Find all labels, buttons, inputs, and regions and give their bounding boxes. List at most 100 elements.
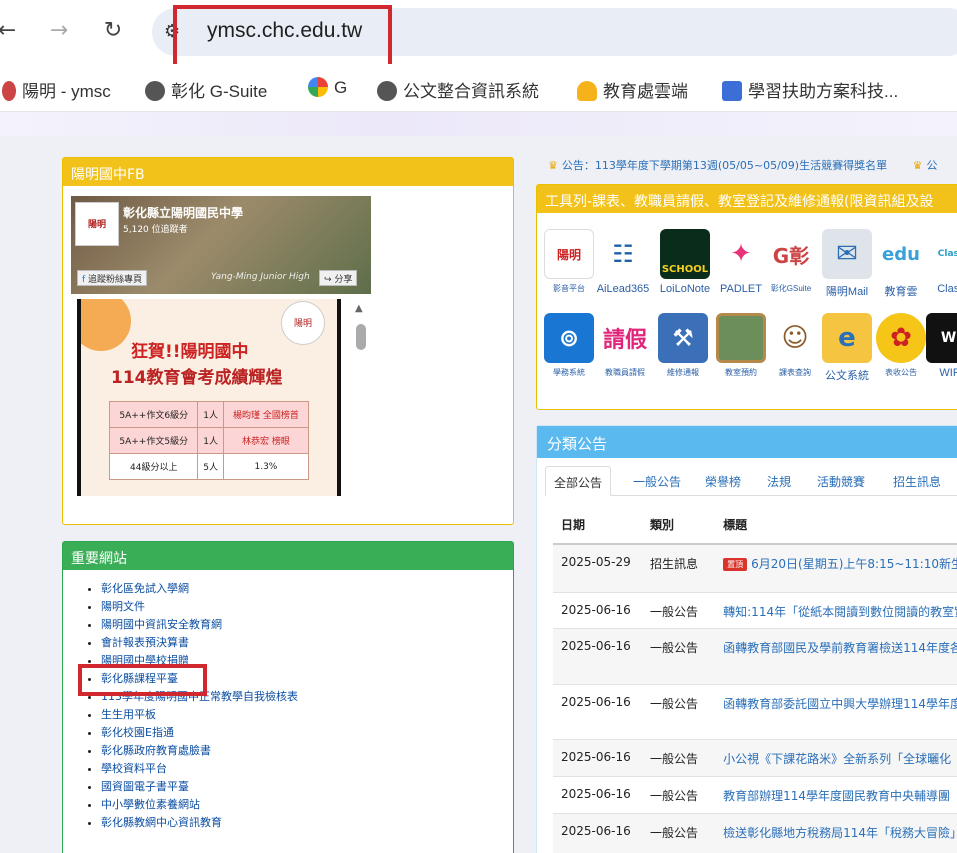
row-category: 一般公告 [649,825,698,840]
tool-repair[interactable]: ⚒ 維修通報 [653,313,713,378]
tab-admissions[interactable]: 招生訊息 [885,466,949,496]
tool-mail[interactable]: ✉ 陽明Mail [817,229,877,299]
tab-activities[interactable]: 活動競賽 [809,466,873,496]
classroom-icon: Class [926,229,957,279]
row-title-link[interactable]: 小公視《下課花路米》全新系列「全球曬化 [723,740,957,767]
row-date: 2025-06-16 [561,749,631,764]
list-item: 彰化區免試入學網 [101,580,298,598]
padlet-icon: ✦ [716,229,766,279]
table-row[interactable]: 2025-05-29 招生訊息 置頂 6月20日(星期五)上午8:15~11:10… [553,543,957,592]
fb-page-name[interactable]: 彰化縣立陽明國民中學 [123,204,243,221]
tools-panel: 工具列-課表、教職員請假、教室登記及維修通報(限資訊組及設 陽明 影音平台 ☷ Ai… [536,184,957,410]
table-row[interactable]: 2025-06-16 一般公告 小公視《下課花路米》全新系列「全球曬化 [553,738,957,776]
reload-icon[interactable]: ↻ [100,18,126,44]
browser-toolbar: ← → ↻ ⚙ ymsc.chc.edu.tw [0,0,957,64]
bookmark-gsuite[interactable]: 彰化 G-Suite [145,77,267,102]
row-title-cell: 函轉教育部國民及學前教育署檢送114年度各 [715,627,957,684]
tab-general[interactable]: 一般公告 [625,466,689,496]
fb-follow-button[interactable]: f 追蹤粉絲專頁 [77,270,148,286]
tool-label: 課表查詢 [779,368,811,377]
row-title-link[interactable]: 函轉教育部國民及學前教育署檢送114年度各 [723,629,957,656]
globe-icon [145,81,165,101]
row-date: 2025-05-29 [561,555,631,569]
tool-video-platform[interactable]: 陽明 影音平台 [539,229,599,294]
row-title-link[interactable]: 函轉教育部委託國立中興大學辦理114學年度 [723,685,957,712]
forward-arrow-icon[interactable]: → [46,18,72,44]
fb-panel: 陽明國中FB 陽明 彰化縣立陽明國民中學 5,120 位追蹤者 f 追蹤粉絲專頁… [62,157,514,525]
site-link[interactable]: 彰化縣政府教育處臉書 [101,744,211,757]
edu-cloud-icon: edu [876,229,926,279]
row-title-cell: 轉知:114年「從紙本閱讀到數位閱讀的教室實 [715,591,957,628]
document-system-icon: e [822,313,872,363]
loilonote-icon: SCHOOL [660,229,710,279]
site-link[interactable]: 彰化區免試入學網 [101,582,189,595]
fb-scrollbar[interactable]: ▲ [351,299,371,496]
ticker-text[interactable]: 公 [926,159,937,172]
list-item: 彰化縣政府教育處臉書 [101,742,298,760]
poster-cell: 1.3% [222,453,310,480]
bookmark-yangming[interactable]: 陽明 - ymsc [2,77,111,102]
tool-label: 教室預約 [725,368,757,377]
table-row[interactable]: 2025-06-16 一般公告 檢送彰化縣地方稅務局114年「稅務大冒險」 [553,812,957,853]
tool-schedule[interactable]: ☺ 課表查詢 [765,313,825,378]
follow-label: 追蹤粉絲專頁 [88,275,143,285]
poster-row: 5A++作文5級分 1人 林恭宏 榜眼 [108,427,310,454]
site-link[interactable]: 彰化校園E指通 [101,726,174,739]
row-title-link[interactable]: 6月20日(星期五)上午8:15~11:10新生報 [751,557,957,571]
ticker-text[interactable]: 公告：113學年度下學期第13週(05/05~05/09)生活競賽得獎名單 [562,159,887,172]
fb-post-image[interactable]: 陽明 狂賀!!陽明國中 114教育會考成績輝煌 5A++作文6級分 1人 楊昀瑾 全… [77,299,341,496]
scroll-thumb[interactable] [356,324,366,350]
fb-share-button[interactable]: ↪ 分享 [319,270,358,286]
table-row[interactable]: 2025-06-16 一般公告 函轉教育部國民及學前教育署檢送114年度各 [553,627,957,684]
tool-classroom-booking[interactable]: 教室預約 [711,313,771,378]
row-title-link[interactable]: 教育部辦理114學年度國民教育中央輔導團 [723,777,957,804]
site-link[interactable]: 陽明國中資訊安全教育網 [101,618,222,631]
tab-honor[interactable]: 榮譽榜 [697,466,749,496]
fb-cover-photo[interactable]: 陽明 彰化縣立陽明國民中學 5,120 位追蹤者 f 追蹤粉絲專頁 ↪ 分享 Y… [71,196,371,294]
row-title-link[interactable]: 轉知:114年「從紙本閱讀到數位閱讀的教室實 [723,593,957,620]
row-date-cell: 2025-06-16 [553,738,642,776]
tool-student-affairs[interactable]: ⊚ 學務系統 [539,313,599,378]
announcements-table: 日期 類別 標題 2025-05-29 招生訊息 置頂 6月20日(星期五)上午8… [553,506,957,853]
table-row[interactable]: 2025-06-16 一般公告 教育部辦理114學年度國民教育中央輔導團 [553,775,957,813]
announcements-panel: 分類公告 全部公告 一般公告 榮譽榜 法規 活動競賽 招生訊息 日期 類別 標題… [536,425,957,853]
tool-classroom[interactable]: Class Class [921,229,957,295]
header-date: 日期 [553,506,642,545]
bookmark-edu-cloud[interactable]: 教育處雲端 [577,77,688,102]
site-link[interactable]: 中小學數位素養網站 [101,798,200,811]
site-link[interactable]: 會計報表預決算書 [101,636,189,649]
tool-document-system[interactable]: e 公文系統 [817,313,877,383]
tool-ailead[interactable]: ☷ AiLead365 [593,229,653,295]
site-link[interactable]: 學校資料平台 [101,762,167,775]
row-date-cell: 2025-06-16 [553,683,642,739]
bookmark-learning-support[interactable]: 學習扶助方案科技... [722,77,898,102]
site-link[interactable]: 國資圖電子書平臺 [101,780,189,793]
site-link[interactable]: 彰化縣教網中心資訊教育 [101,816,222,829]
tab-regulations[interactable]: 法規 [759,466,799,496]
row-date-cell: 2025-06-16 [553,591,642,628]
list-item: 中小學數位素養網站 [101,796,298,814]
tab-all[interactable]: 全部公告 [545,466,612,496]
yangming-favicon-icon [2,81,16,101]
tool-gsuite[interactable]: G彰 彰化GSuite [761,229,821,294]
row-cat-cell: 一般公告 [641,738,716,776]
tool-loilonote[interactable]: SCHOOL LoiLoNote [655,229,715,295]
back-arrow-icon[interactable]: ← [0,18,20,44]
table-row[interactable]: 2025-06-16 一般公告 函轉教育部委託國立中興大學辦理114學年度 [553,683,957,739]
row-category: 一般公告 [649,640,698,655]
tool-wifi[interactable]: Wi WIFI [921,313,957,379]
table-row[interactable]: 2025-06-16 一般公告 轉知:114年「從紙本閱讀到數位閱讀的教室實 [553,591,957,628]
header-category: 類別 [641,506,716,545]
row-cat-cell: 一般公告 [641,683,716,739]
tool-leave[interactable]: 請假 教職員請假 [595,313,655,378]
tool-label: 維修通報 [667,368,699,377]
site-link[interactable]: 陽明文件 [101,600,145,613]
scroll-up-icon[interactable]: ▲ [355,303,363,314]
row-title-link[interactable]: 檢送彰化縣地方稅務局114年「稅務大冒險」 [723,814,957,841]
announcement-ticker[interactable]: ♛ 公告：113學年度下學期第13週(05/05~05/09)生活競賽得獎名單 ♛… [548,157,937,173]
site-link[interactable]: 生生用平板 [101,708,156,721]
bookmark-google[interactable]: G [308,77,347,98]
bookmark-document-system[interactable]: 公文整合資訊系統 [377,77,539,102]
google-icon [308,77,328,97]
row-title-cell: 檢送彰化縣地方稅務局114年「稅務大冒險」 [715,812,957,853]
